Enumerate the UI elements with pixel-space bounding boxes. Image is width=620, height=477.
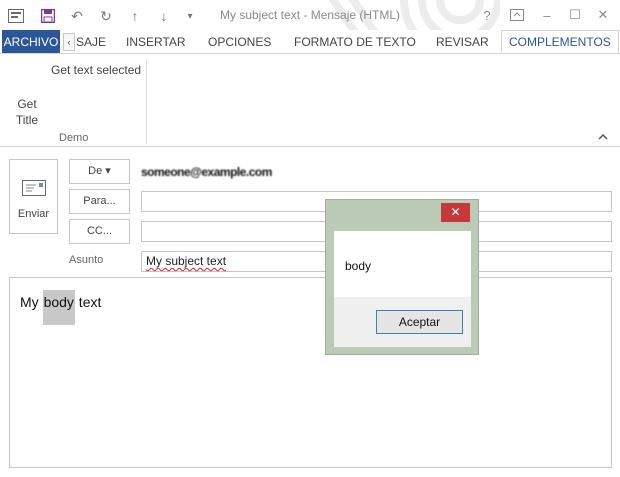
tab-mensaje[interactable]: SAJE <box>76 30 106 54</box>
customize-icon[interactable]: ▾ <box>180 6 200 26</box>
from-button[interactable]: De ▾ <box>69 159 130 184</box>
window-title: My subject text - Mensaje (HTML) <box>220 8 401 22</box>
body-text: My body text <box>20 290 102 325</box>
tab-scroll-left-button[interactable]: ‹ <box>63 33 75 51</box>
dialog-close-button[interactable]: ✕ <box>441 203 470 222</box>
send-label: Enviar <box>17 208 50 220</box>
tab-archivo[interactable]: ARCHIVO <box>2 30 60 54</box>
send-envelope-icon <box>22 180 46 196</box>
subject-text: My subject text <box>146 254 227 268</box>
message-body[interactable]: My body text <box>9 277 612 468</box>
subject-label: Asunto <box>69 254 104 266</box>
tab-complementos[interactable]: COMPLEMENTOS <box>501 30 619 54</box>
ribbon-panel: Get text selected Get Title Demo <box>0 53 620 147</box>
body-text-selection: body <box>42 290 75 325</box>
accept-button[interactable]: Aceptar <box>376 310 463 334</box>
help-icon[interactable]: ? <box>476 5 498 25</box>
title-bar: ↶ ↻ ↑ ↓ ▾ My subject text - Mensaje (HTM… <box>0 0 620 30</box>
message-dialog: ✕ body Aceptar <box>325 199 479 355</box>
body-text-after: text <box>74 294 102 310</box>
cc-button[interactable]: CC... <box>69 219 130 244</box>
outlook-icon <box>6 6 26 26</box>
group-separator <box>146 60 147 144</box>
get-text-selected-button[interactable]: Get text selected <box>51 63 141 77</box>
ribbon-display-icon[interactable] <box>506 5 528 25</box>
to-button[interactable]: Para... <box>69 189 130 214</box>
maximize-button[interactable]: ☐ <box>564 5 586 25</box>
group-label-demo: Demo <box>59 132 89 144</box>
dialog-message: body <box>345 259 372 273</box>
ribbon-tabs: ARCHIVO ‹ SAJE INSERTAR OPCIONES FORMATO… <box>0 30 620 54</box>
collapse-ribbon-icon[interactable] <box>598 132 608 143</box>
tab-opciones[interactable]: OPCIONES <box>208 30 271 54</box>
get-title-button[interactable]: Get Title <box>12 96 42 128</box>
tab-revisar[interactable]: REVISAR <box>436 30 489 54</box>
minimize-button[interactable]: – <box>536 5 558 25</box>
redo-icon[interactable]: ↻ <box>96 6 116 26</box>
up-arrow-icon[interactable]: ↑ <box>125 6 145 26</box>
send-button[interactable]: Enviar <box>9 159 58 234</box>
down-arrow-icon[interactable]: ↓ <box>154 6 174 26</box>
close-button[interactable]: ✕ <box>592 5 614 25</box>
from-address: someone@example.com <box>141 165 272 179</box>
dialog-content: body <box>334 231 471 297</box>
get-title-label-line1: Get <box>17 97 37 111</box>
dialog-footer: Aceptar <box>334 297 471 347</box>
body-text-before: My <box>20 294 43 310</box>
get-title-label-line2: Title <box>15 113 39 127</box>
tab-insertar[interactable]: INSERTAR <box>126 30 186 54</box>
undo-icon[interactable]: ↶ <box>67 6 87 26</box>
tab-formato-de-texto[interactable]: FORMATO DE TEXTO <box>294 30 416 54</box>
save-icon[interactable] <box>38 6 58 26</box>
